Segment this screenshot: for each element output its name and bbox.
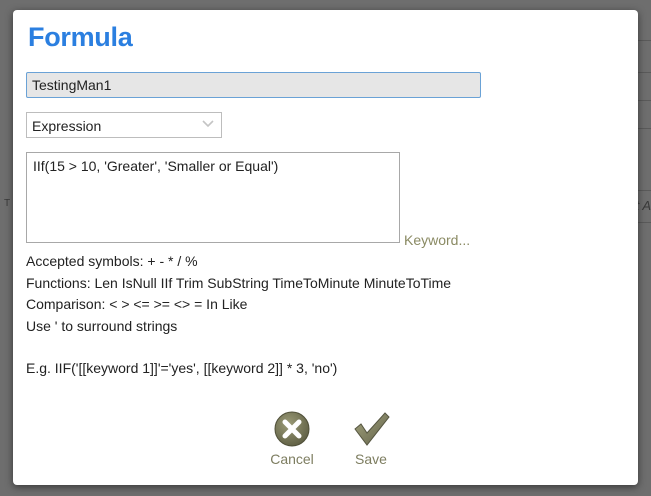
formula-name-input[interactable]: TestingMan1: [26, 72, 481, 98]
cancel-button-label: Cancel: [270, 451, 314, 467]
formula-type-selected-value: Expression: [32, 118, 102, 134]
help-comparison: Comparison: < > <= >= <> = In Like: [26, 296, 248, 312]
background-text-fragment: T: [4, 198, 11, 209]
help-accepted-symbols: Accepted symbols: + - * / %: [26, 253, 198, 269]
keyword-link[interactable]: Keyword...: [404, 232, 470, 248]
help-strings: Use ' to surround strings: [26, 318, 178, 334]
chevron-down-icon: [202, 120, 214, 128]
expression-textarea[interactable]: IIf(15 > 10, 'Greater', 'Smaller or Equa…: [26, 152, 400, 243]
formula-type-select[interactable]: Expression: [26, 112, 222, 138]
checkmark-icon: [354, 412, 390, 446]
cancel-x-icon: [274, 411, 310, 447]
save-button-label: Save: [355, 451, 387, 467]
help-functions: Functions: Len IsNull IIf Trim SubString…: [26, 275, 452, 291]
help-example: E.g. IIF('[[keyword 1]]'='yes', [[keywor…: [26, 360, 338, 376]
save-button[interactable]: Save: [341, 409, 401, 467]
cancel-button[interactable]: Cancel: [262, 409, 322, 467]
formula-dialog: Formula TestingMan1 Expression IIf(15 > …: [13, 10, 638, 485]
dialog-title: Formula: [28, 22, 133, 52]
